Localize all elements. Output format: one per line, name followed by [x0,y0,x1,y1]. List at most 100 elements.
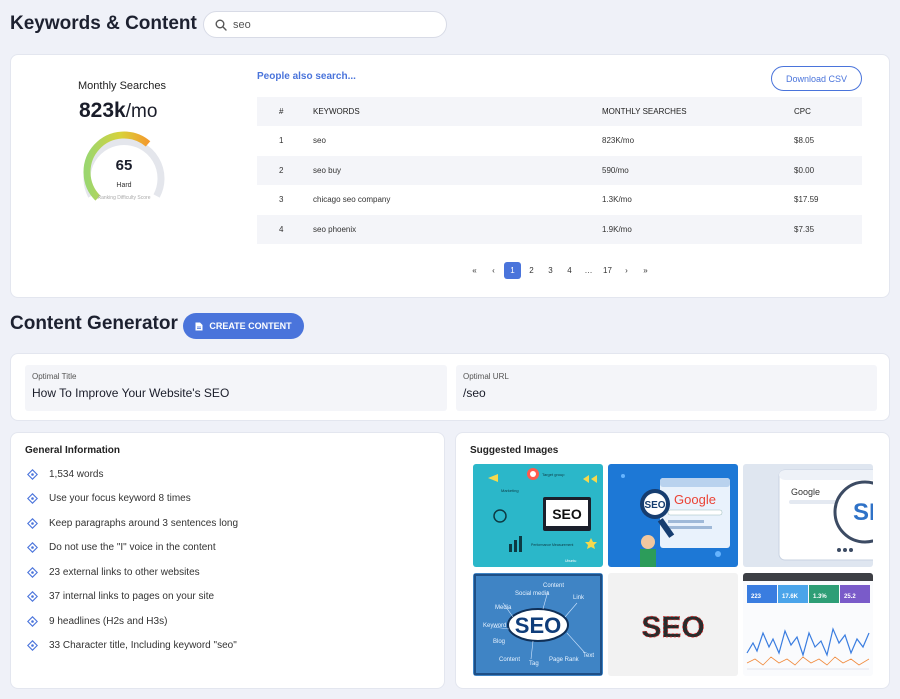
table-row[interactable]: 2 seo buy 590/mo $0.00 [257,155,862,185]
row-monthly-searches: 823K/mo [602,136,635,146]
search-input[interactable] [233,18,433,31]
row-cpc: $0.00 [794,155,862,185]
google-seo-search-image: Google SE [743,464,873,567]
document-icon [195,322,203,330]
img4-word-social: Social media [515,591,550,597]
suggested-image-2[interactable]: Google SEO [608,464,738,567]
diamond-bullet-icon [27,615,38,627]
img6-stat-1: 223 [751,594,762,600]
pagination-first[interactable]: « [466,262,483,279]
pagination-page-2[interactable]: 2 [523,262,540,279]
row-keyword[interactable]: chicago seo company [313,185,602,215]
list-item-text: 1,534 words [49,468,104,480]
row-cpc: $8.05 [794,136,815,146]
table-header-row: # KEYWORDS MONTHLY SEARCHES CPC [257,97,862,126]
suggested-image-4[interactable]: SEO Social media Content Link Keyword Bl… [473,573,603,676]
optimal-url-box[interactable]: Optimal URL /seo [456,365,877,411]
img5-main-text: SEO [641,611,704,644]
create-content-label: CREATE CONTENT [209,321,292,331]
pagination-ellipsis: … [584,266,593,275]
monthly-searches-label: Monthly Searches [78,80,167,92]
pagination-page-3[interactable]: 3 [542,262,559,279]
list-item: Keep paragraphs around 3 sentences long [27,511,238,536]
suggested-image-5[interactable]: SEO [608,573,738,676]
diamond-bullet-icon [27,493,38,505]
create-content-button[interactable]: CREATE CONTENT [183,313,304,339]
optimal-title-box[interactable]: Optimal Title How To Improve Your Websit… [25,365,447,411]
img3-main-text: SE [853,499,873,526]
row-cpc: $7.35 [794,214,862,244]
seo-infographic-image: SEO Target group Marketing Performance M… [473,464,603,567]
optimal-fields-card: Optimal Title How To Improve Your Websit… [10,353,890,421]
img6-stat-4: 25.2 [844,594,856,600]
optimal-title-label: Optimal Title [32,372,77,381]
seo-letters-image: SEO [608,573,738,676]
optimal-url-value: /seo [463,386,486,400]
row-keyword[interactable]: seo phoenix [313,214,602,244]
optimal-title-value: How To Improve Your Website's SEO [32,386,230,400]
column-header-monthly-searches[interactable]: MONTHLY SEARCHES [602,97,794,126]
suggested-image-6[interactable]: 223 17.6K 1.3% 25.2 [743,573,873,676]
general-information-list: 1,534 words Use your focus keyword 8 tim… [27,462,238,658]
pagination-next[interactable]: › [618,262,635,279]
seo-word-cloud-image: SEO Social media Content Link Keyword Bl… [473,573,603,676]
table-row[interactable]: 3 chicago seo company 1.3K/mo $17.59 [257,185,862,215]
list-item: 37 internal links to pages on your site [27,585,238,610]
img1-label-performance: Performance Measurement [531,543,573,547]
suggested-image-3[interactable]: Google SE [743,464,873,567]
search-bar[interactable] [203,11,447,38]
search-icon [215,19,227,31]
suggested-image-1[interactable]: SEO Target group Marketing Performance M… [473,464,603,567]
img6-stat-3: 1.3% [813,594,827,600]
list-item-text: Do not use the "I" voice in the content [49,542,216,554]
img1-main-text: SEO [552,506,582,522]
list-item-text: 9 headlines (H2s and H3s) [49,615,168,627]
list-item-text: 33 Character title, Including keyword "s… [49,640,237,652]
row-number: 2 [257,155,313,185]
column-header-cpc[interactable]: CPC [794,97,862,126]
table-row[interactable]: 4 seo phoenix 1.9K/mo $7.35 [257,214,862,244]
row-number: 1 [279,136,284,146]
pagination-page-1[interactable]: 1 [504,262,521,279]
monthly-searches-number: 823k [79,99,126,122]
difficulty-level: Hard [116,182,132,189]
img4-word-tag: Tag [529,661,539,667]
table-row[interactable]: 1 seo 823K/mo $8.05 [257,126,862,156]
img2-brand-text: Google [674,492,716,507]
suggested-images-title: Suggested Images [470,445,559,456]
list-item: Use your focus keyword 8 times [27,487,238,512]
diamond-bullet-icon [27,566,38,578]
img4-main-text: SEO [515,613,561,638]
download-csv-button[interactable]: Download CSV [771,66,862,91]
difficulty-caption: Ranking Difficulty Score [97,195,151,201]
img3-brand-text: Google [791,487,820,497]
pagination-page-last[interactable]: 17 [599,262,616,279]
column-header-number: # [257,97,313,126]
img6-stat-2: 17.6K [782,594,799,600]
img4-word-pagerank: Page Rank [549,657,580,663]
img1-label-marketing: Marketing [501,488,519,493]
img1-label-ubuntu: Ubuntu [565,559,576,563]
content-generator-title: Content Generator [10,313,178,334]
optimal-url-label: Optimal URL [463,372,509,381]
monthly-searches-value: 823k/mo [79,99,157,123]
row-keyword[interactable]: seo buy [313,155,602,185]
analytics-dashboard-image: 223 17.6K 1.3% 25.2 [743,573,873,676]
list-item: Do not use the "I" voice in the content [27,536,238,561]
pagination-last[interactable]: » [637,262,654,279]
list-item: 23 external links to other websites [27,560,238,585]
pagination-prev[interactable]: ‹ [485,262,502,279]
monthly-searches-unit: /mo [125,101,158,122]
img4-word-blog: Blog [493,639,505,645]
people-also-search-title[interactable]: People also search... [257,71,356,82]
general-information-card: General Information 1,534 words Use your… [10,432,445,689]
img4-word-text: Text [583,653,594,659]
row-keyword[interactable]: seo [313,126,602,156]
pagination-page-4[interactable]: 4 [561,262,578,279]
list-item: 33 Character title, Including keyword "s… [27,634,238,659]
img2-main-text: SEO [644,500,665,511]
img1-label-target: Target group [542,472,565,477]
row-number: 4 [257,214,313,244]
column-header-keywords[interactable]: KEYWORDS [313,97,602,126]
row-monthly-searches: 590/mo [602,155,794,185]
